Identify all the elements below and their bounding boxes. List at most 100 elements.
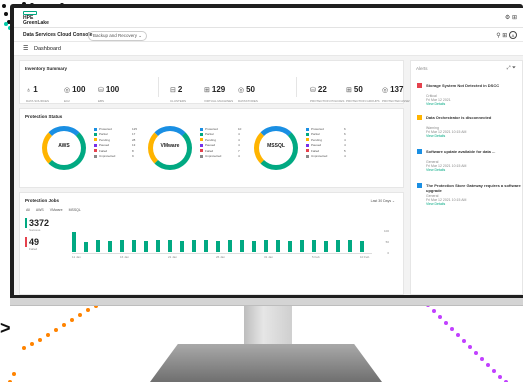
decor-dot [462,339,466,343]
alert-view-details-link[interactable]: View Details [426,134,445,138]
legend-value: 5 [344,148,346,153]
stat-value: 137 [390,85,404,94]
legend-name: Failed [311,148,320,153]
job-bar [132,240,136,252]
console-title: Data Services Cloud Console [23,32,93,38]
alert-view-details-link[interactable]: View Details [426,168,445,172]
alert-item[interactable]: Data Orchestrator is disconnected Warning… [417,115,523,145]
legend-swatch [306,133,309,137]
stat-value: 22 [317,85,327,94]
product-photo: > HPE GreenLake ⚙ ⊞ Data Services Cloud … [0,0,523,382]
decor-dot [486,363,490,367]
service-select[interactable]: Backup and Recovery ⌄ [88,31,148,41]
legend-name: Unprotected [99,153,116,158]
legend-name: Paused [205,143,216,148]
decor-dot [468,345,472,349]
alert-title: The Protection Store Gateway requires a … [426,183,521,193]
brand-line2: GreenLake [23,20,49,26]
decor-dot [62,323,66,327]
decor-dot [12,372,16,376]
alert-title: Data Orchestrator is disconnected [426,115,492,120]
decor-dot [30,342,34,346]
legend-value: 6 [344,127,346,131]
stat-label: EBS [98,99,105,103]
jobs-tab[interactable]: All [26,208,30,212]
legend-name: Partial [311,132,320,137]
job-bar [192,240,196,252]
legend-value: 10 [238,127,242,131]
alert-item[interactable]: Software update available for data ... Ge… [417,149,523,179]
job-bar [228,240,232,252]
alert-view-details-link[interactable]: View Details [426,202,445,206]
jobs-tab[interactable]: AWS [36,208,44,212]
stat-divider [296,77,297,97]
header-icons[interactable]: ⚙ ⊞ [505,14,517,21]
job-bar [216,241,220,252]
stat-icon: ♁ [26,87,32,94]
failed-label: Failed [29,247,38,251]
decor-dot [54,328,58,332]
decor-dot [498,375,502,379]
legend-swatch [94,133,97,137]
alert-severity-icon [417,183,422,188]
stat-icon: ⛁ [98,87,104,94]
x-tick-label: 5 Feb [312,255,320,259]
legend-name: Pending [205,137,217,142]
alert-item[interactable]: Storage System Not Detected in DSCC Criti… [417,83,523,113]
x-tick-label: 10 Feb [360,255,370,259]
jobs-tab[interactable]: VMware [50,208,63,212]
menu-icon[interactable]: ☰ [23,45,28,52]
job-bar [156,240,160,252]
job-bar [276,240,280,252]
legend-swatch [306,127,309,131]
legend-swatch [200,149,203,153]
legend-value: 4 [344,153,346,158]
stat-value: 100 [105,85,120,94]
search-help-icons[interactable]: ⚲ ⊞ [496,33,507,39]
x-tick-label: 11 Jan [72,255,81,259]
legend-value: 4 [238,132,240,137]
jobs-bar-chart [72,232,372,252]
decor-dot [480,357,484,361]
job-bar [300,240,304,252]
donut-legend: Protected 125 Partial 17 Pending 28 Paused 13 Fa… [94,127,148,159]
legend-swatch [200,154,203,158]
success-marker [25,218,27,228]
decor-dot [78,313,82,317]
decor-dot [444,321,448,325]
stat-icon: ◎ [238,87,245,94]
failed-marker [25,237,27,247]
decor-dot [456,333,460,337]
alerts-tools[interactable]: ⤢ ⏷ [507,65,516,71]
legend-value: 7 [238,148,240,153]
alert-item[interactable]: The Protection Store Gateway requires a … [417,183,523,213]
legend-row: Unprotected 4 [306,154,360,159]
avatar[interactable]: A [509,31,517,39]
jobs-tabs: All AWS VMware MSSQL [26,208,87,212]
success-count: 3372 [29,218,50,228]
job-bar [348,240,352,252]
decor-dot [4,12,8,16]
legend-swatch [200,127,203,131]
legend-value: 4 [238,143,240,148]
legend-value: 4 [344,143,346,148]
legend-row: Unprotected 9 [94,154,148,159]
brand-header: HPE GreenLake ⚙ ⊞ [14,8,523,28]
y-tick-label: 100 [383,229,389,233]
x-tick-label: 16 Jan [120,255,130,259]
legend-name: Protected [205,127,218,131]
failed-count: 49 [29,237,40,247]
stat-icon: ⊞ [346,87,352,94]
alert-view-details-link[interactable]: View Details [426,102,445,106]
legend-name: Protected [99,127,112,131]
jobs-tab[interactable]: MSSQL [69,208,81,212]
stat-icon: ⛁ [310,87,316,94]
protection-title: Protection Status [25,114,63,119]
stat-value: 129 [211,85,226,94]
legend-row: Unprotected 4 [200,154,254,159]
stat-value: 50 [353,85,363,94]
jobs-range-select[interactable]: Last 30 Days ⌄ [371,199,395,203]
monitor-stand-base [150,344,382,382]
alert-severity-icon [417,83,422,88]
job-bar [312,240,316,252]
